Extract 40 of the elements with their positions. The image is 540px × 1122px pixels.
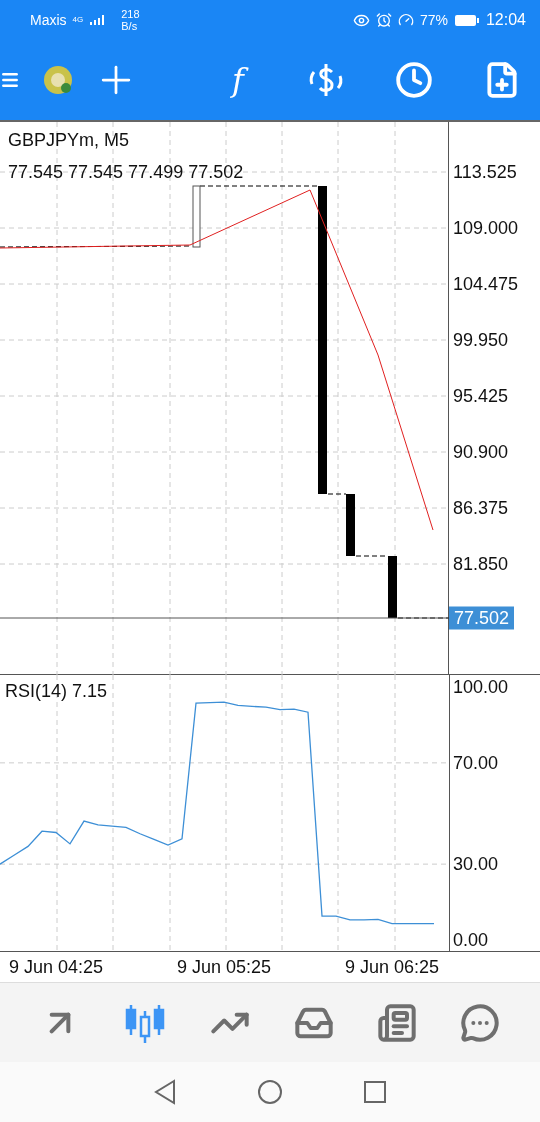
- time-axis-label: 9 Jun 04:25: [8, 957, 104, 978]
- clock-time: 12:04: [485, 11, 526, 29]
- newspaper-icon: [376, 1002, 417, 1043]
- time-axis-label: 9 Jun 05:25: [176, 957, 272, 978]
- rsi-axis-label: 0.00: [453, 929, 489, 951]
- indicators-button[interactable]: f: [214, 56, 262, 104]
- rsi-axis-label: 100.00: [453, 676, 509, 698]
- price-axis-label: 99.950: [453, 329, 509, 351]
- rsi-value: 7.15: [72, 681, 108, 701]
- price-axis-label: 90.900: [453, 441, 509, 463]
- candle: [388, 556, 397, 618]
- back-icon[interactable]: [153, 1079, 177, 1105]
- speed-unit: B/s: [121, 20, 139, 32]
- signal-icon: [89, 14, 106, 26]
- price-axis-label: 95.425: [453, 385, 509, 407]
- chat-icon: [460, 1002, 501, 1043]
- rsi-axis-label: 70.00: [453, 752, 499, 774]
- series-name: RSI(14): [5, 681, 67, 701]
- network-type: 4G: [72, 16, 84, 24]
- symbol-title: GBPJPYm, M5: [8, 130, 130, 151]
- candle: [346, 494, 355, 556]
- recents-icon[interactable]: [363, 1080, 387, 1104]
- carrier-name: Maxis: [30, 12, 67, 28]
- clock-icon: [395, 61, 433, 99]
- current-price-tag: 77.502: [449, 606, 515, 630]
- price-axis-label: 109.000: [453, 217, 519, 239]
- network-speed: 218: [121, 8, 140, 20]
- battery-icon: [453, 13, 480, 27]
- alarm-icon: [375, 12, 392, 28]
- time-axis-label: 9 Jun 06:25: [344, 957, 440, 978]
- battery-percent: 77%: [419, 12, 448, 28]
- price-axis-label: 113.525: [453, 161, 517, 183]
- price-axis-label: 81.850: [453, 553, 509, 575]
- price-axis-label: 104.475: [453, 273, 519, 295]
- candle: [192, 185, 201, 248]
- rsi-axis-label: 30.00: [453, 853, 499, 875]
- gauge-icon: [397, 12, 414, 28]
- ohlc-values: 77.545 77.545 77.499 77.502: [8, 162, 244, 183]
- price-axis-label: 86.375: [453, 497, 509, 519]
- home-icon[interactable]: [257, 1079, 283, 1105]
